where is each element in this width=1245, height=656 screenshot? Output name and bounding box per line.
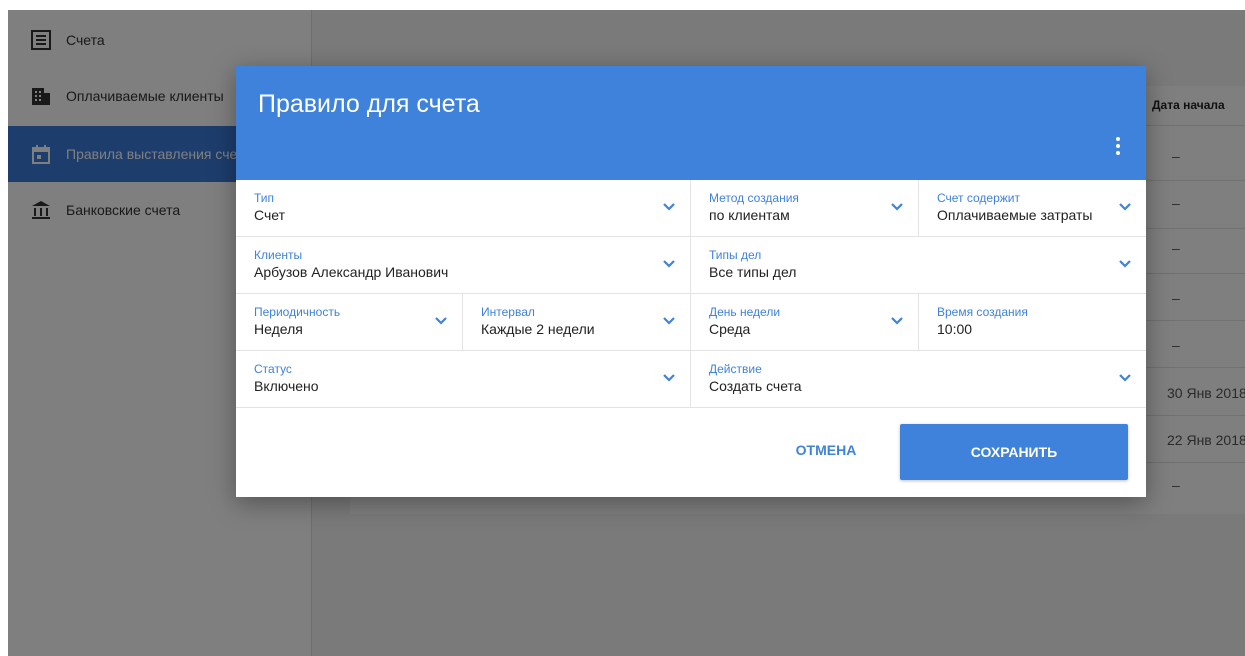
creation-time-field[interactable]: Время создания 10:00 <box>919 294 1146 351</box>
chevron-down-icon <box>1119 374 1131 382</box>
chevron-down-icon <box>435 317 447 325</box>
save-button[interactable]: СОХРАНИТЬ <box>900 424 1128 480</box>
type-select[interactable]: Тип Счет <box>236 180 691 237</box>
invoice-contains-select[interactable]: Счет содержит Оплачиваемые затраты <box>919 180 1146 237</box>
field-value: Включено <box>254 378 319 394</box>
interval-select[interactable]: Интервал Каждые 2 недели <box>463 294 691 351</box>
field-label: Клиенты <box>254 248 303 262</box>
chevron-down-icon <box>891 203 903 211</box>
cancel-button[interactable]: ОТМЕНА <box>776 435 876 465</box>
field-value: Каждые 2 недели <box>481 321 595 337</box>
creation-method-select[interactable]: Метод создания по клиентам <box>691 180 919 237</box>
field-value: Все типы дел <box>709 264 797 280</box>
field-value: по клиентам <box>709 207 790 223</box>
field-value: Создать счета <box>709 378 802 394</box>
field-label: Типы дел <box>709 248 762 262</box>
field-label: Статус <box>254 362 292 376</box>
chevron-down-icon <box>663 317 675 325</box>
weekday-select[interactable]: День недели Среда <box>691 294 919 351</box>
field-label: Тип <box>254 191 275 205</box>
field-value: Среда <box>709 321 751 337</box>
field-value: Оплачиваемые затраты <box>937 207 1093 223</box>
dialog-footer: ОТМЕНА СОХРАНИТЬ <box>236 408 1146 497</box>
chevron-down-icon <box>663 260 675 268</box>
chevron-down-icon <box>663 203 675 211</box>
field-label: Действие <box>709 362 762 376</box>
chevron-down-icon <box>1119 203 1131 211</box>
field-label: Интервал <box>481 305 535 319</box>
field-value: 10:00 <box>937 321 973 337</box>
clients-select[interactable]: Клиенты Арбузов Александр Иванович <box>236 237 691 294</box>
field-label: Метод создания <box>709 191 799 205</box>
field-label: День недели <box>709 305 781 319</box>
chevron-down-icon <box>663 374 675 382</box>
field-label: Счет содержит <box>937 191 1021 205</box>
more-vert-icon[interactable] <box>1112 134 1124 158</box>
case-types-select[interactable]: Типы дел Все типы дел <box>691 237 1146 294</box>
field-label: Время создания <box>937 305 1028 319</box>
field-value: Неделя <box>254 321 303 337</box>
periodicity-select[interactable]: Периодичность Неделя <box>236 294 463 351</box>
dialog-header: Правило для счета <box>236 66 1146 180</box>
chevron-down-icon <box>1119 260 1131 268</box>
field-value: Счет <box>254 207 285 223</box>
field-label: Периодичность <box>254 305 341 319</box>
field-value: Арбузов Александр Иванович <box>254 264 449 280</box>
invoice-rule-dialog: Правило для счета Тип Счет Метод создани… <box>236 66 1146 497</box>
chevron-down-icon <box>891 317 903 325</box>
status-select[interactable]: Статус Включено <box>236 351 691 408</box>
action-select[interactable]: Действие Создать счета <box>691 351 1146 408</box>
dialog-title: Правило для счета <box>258 90 480 118</box>
